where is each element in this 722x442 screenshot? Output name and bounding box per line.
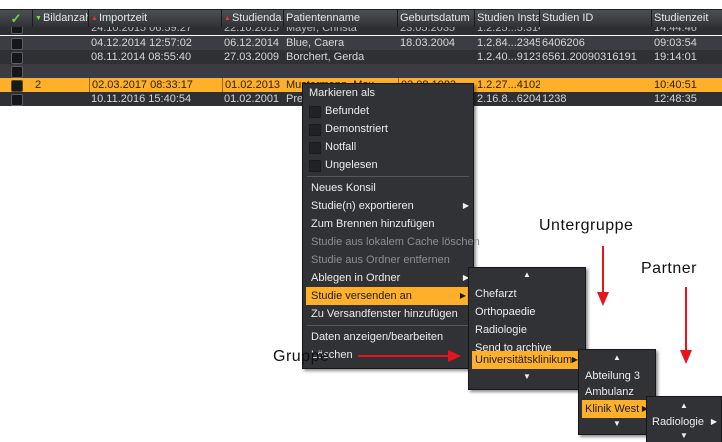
annotation-arrows (358, 246, 692, 364)
arrowhead-gruppe-icon (448, 350, 461, 362)
arrowhead-partner-icon (680, 350, 692, 364)
arrowhead-untergruppe-icon (597, 292, 609, 306)
